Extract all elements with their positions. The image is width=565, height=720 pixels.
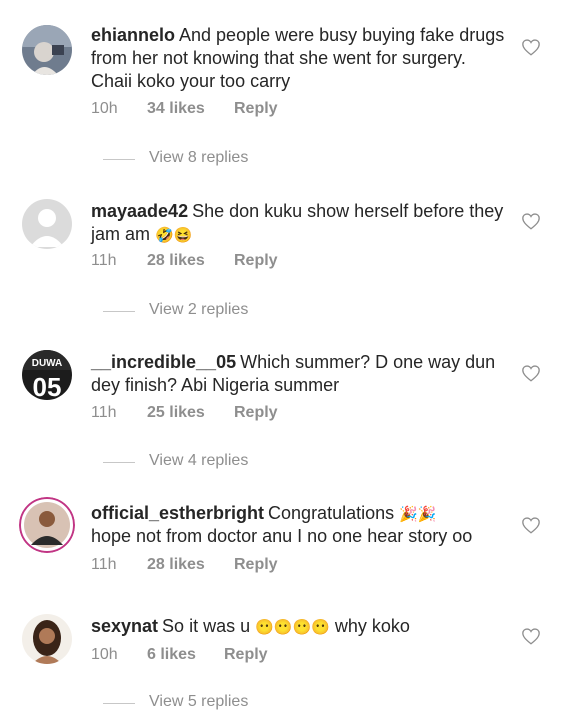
reply-button[interactable]: Reply (224, 646, 268, 664)
user-avatar-icon[interactable] (22, 25, 72, 75)
emoji-laugh-icon: 🤣😆 (155, 226, 193, 244)
reply-button[interactable]: Reply (234, 252, 278, 270)
view-replies-label[interactable]: View 4 replies (149, 452, 248, 470)
reply-button[interactable]: Reply (234, 404, 278, 422)
avatar-logo-top: DUWA (32, 358, 63, 369)
comment-likes[interactable]: 28 likes (147, 556, 205, 574)
comment-text: official_estherbright Congratulations 🎉🎉 … (91, 502, 511, 548)
view-replies-button[interactable]: View 8 replies (103, 149, 303, 169)
comment-text: mayaade42 She don kuku show herself befor… (91, 200, 511, 246)
comment-time: 11h (91, 404, 117, 421)
comment-text: ehiannelo And people were busy buying fak… (91, 24, 511, 93)
comment-text: sexynat So it was u 😶😶😶😶 why koko (91, 615, 511, 638)
reply-button[interactable]: Reply (234, 556, 278, 574)
party-popper-icon: 🎉🎉 (399, 505, 437, 523)
comment-likes[interactable]: 34 likes (147, 100, 205, 118)
comment-text: __incredible__05 Which summer? D one way … (91, 351, 511, 397)
view-replies-button[interactable]: View 4 replies (103, 452, 303, 472)
comment-username[interactable]: sexynat (91, 616, 158, 636)
comment-message-line2: hope not from doctor anu I no one hear s… (91, 526, 473, 546)
heart-outline-icon[interactable] (521, 516, 541, 534)
replies-divider (103, 462, 135, 463)
comment-likes[interactable]: 25 likes (147, 404, 205, 422)
comment-time: 10h (91, 646, 118, 663)
comment-message: Congratulations (268, 503, 395, 523)
comment-username[interactable]: __incredible__05 (91, 352, 236, 372)
comment-username[interactable]: mayaade42 (91, 201, 188, 221)
comment-username[interactable]: ehiannelo (91, 25, 175, 45)
heart-outline-icon[interactable] (521, 38, 541, 56)
comment-likes[interactable]: 6 likes (147, 646, 196, 664)
view-replies-label[interactable]: View 2 replies (149, 301, 248, 319)
view-replies-button[interactable]: View 2 replies (103, 301, 303, 321)
comment-message: So it was u (162, 616, 251, 636)
heart-outline-icon[interactable] (521, 212, 541, 230)
view-replies-label[interactable]: View 8 replies (149, 149, 248, 167)
comment-time: 10h (91, 100, 118, 117)
story-ring-avatar-icon[interactable] (19, 497, 75, 553)
replies-divider (103, 159, 135, 160)
user-avatar-icon[interactable] (22, 614, 72, 664)
replies-divider (103, 703, 135, 704)
replies-divider (103, 311, 135, 312)
comment-likes[interactable]: 28 likes (147, 252, 205, 270)
comment-time: 11h (91, 556, 117, 573)
avatar-logo-bottom: 05 (33, 372, 62, 400)
comment-message-line2: why koko (334, 616, 410, 636)
reply-button[interactable]: Reply (234, 100, 278, 118)
comment-time: 11h (91, 252, 117, 269)
view-replies-button[interactable]: View 5 replies (103, 693, 303, 713)
blank-face-emoji-icon: 😶😶😶😶 (255, 618, 330, 636)
comment-username[interactable]: official_estherbright (91, 503, 264, 523)
default-avatar-icon[interactable] (22, 199, 72, 249)
duwa-logo-avatar-icon[interactable]: DUWA 05 (22, 350, 72, 400)
heart-outline-icon[interactable] (521, 364, 541, 382)
view-replies-label[interactable]: View 5 replies (149, 693, 248, 711)
heart-outline-icon[interactable] (521, 627, 541, 645)
